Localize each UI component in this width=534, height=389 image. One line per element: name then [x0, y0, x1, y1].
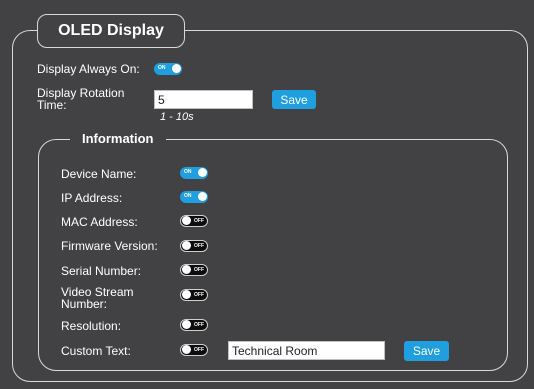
- display-always-on-label: Display Always On:: [37, 62, 140, 76]
- toggle-knob: [182, 265, 191, 274]
- section-title: OLED Display: [37, 14, 185, 48]
- custom-text-toggle[interactable]: OFF: [180, 344, 208, 356]
- toggle-state-text: OFF: [194, 347, 204, 353]
- toggle-knob: [182, 345, 191, 354]
- info-label-mac-address: MAC Address:: [61, 215, 138, 229]
- rotation-time-label-line2: Time:: [37, 98, 67, 112]
- resolution-toggle[interactable]: OFF: [180, 319, 208, 331]
- info-label-video-stream-line2: Number:: [61, 297, 108, 311]
- toggle-knob: [198, 192, 207, 201]
- toggle-state-text: ON: [184, 169, 192, 175]
- toggle-state-text: OFF: [194, 322, 204, 328]
- firmware-version-toggle[interactable]: OFF: [180, 240, 208, 252]
- info-label-firmware-version: Firmware Version:: [61, 239, 158, 253]
- toggle-state-text: OFF: [194, 292, 204, 298]
- toggle-knob: [172, 64, 181, 73]
- display-always-on-toggle[interactable]: ON: [154, 63, 182, 75]
- custom-text-save-button[interactable]: Save: [404, 341, 449, 361]
- toggle-knob: [198, 168, 207, 177]
- serial-number-toggle[interactable]: OFF: [180, 264, 208, 276]
- information-title: Information: [70, 131, 166, 147]
- ip-address-toggle[interactable]: ON: [180, 191, 208, 203]
- custom-text-input[interactable]: [228, 341, 385, 360]
- toggle-state-text: OFF: [194, 243, 204, 249]
- toggle-state-text: OFF: [194, 267, 204, 273]
- mac-address-toggle[interactable]: OFF: [180, 215, 208, 227]
- video-stream-number-toggle[interactable]: OFF: [180, 289, 208, 301]
- info-label-device-name: Device Name:: [61, 167, 137, 181]
- toggle-state-text: ON: [158, 65, 166, 71]
- toggle-knob: [182, 216, 191, 225]
- device-name-toggle[interactable]: ON: [180, 167, 208, 179]
- rotation-time-input[interactable]: [154, 90, 253, 109]
- toggle-knob: [182, 241, 191, 250]
- rotation-save-button[interactable]: Save: [272, 90, 316, 109]
- toggle-state-text: ON: [184, 193, 192, 199]
- toggle-knob: [182, 320, 191, 329]
- toggle-knob: [182, 290, 191, 299]
- rotation-time-hint: 1 - 10s: [160, 111, 194, 123]
- info-label-resolution: Resolution:: [61, 319, 122, 333]
- info-label-ip-address: IP Address:: [61, 191, 123, 205]
- info-label-serial-number: Serial Number:: [61, 264, 142, 278]
- toggle-state-text: OFF: [194, 218, 204, 224]
- info-label-custom-text: Custom Text:: [61, 344, 131, 358]
